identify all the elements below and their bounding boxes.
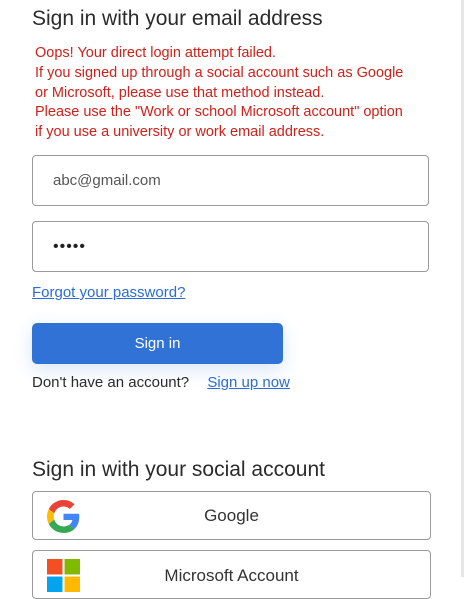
error-line: Oops! Your direct login attempt failed. [35, 45, 277, 61]
email-signin-heading: Sign in with your email address [32, 7, 323, 30]
microsoft-label: Microsoft Account [164, 566, 299, 585]
error-line: if you use a university or work email ad… [35, 124, 325, 141]
password-field-box[interactable] [32, 221, 429, 272]
forgot-password-link[interactable]: Forgot your password? [32, 284, 185, 301]
email-input[interactable] [53, 156, 413, 205]
social-signin-heading: Sign in with your social account [32, 458, 325, 481]
error-line: If you signed up through a social accoun… [35, 64, 404, 81]
signup-row: Don't have an account? Sign up now [32, 374, 290, 391]
sign-in-button[interactable]: Sign in [32, 323, 283, 364]
google-label: Google [204, 506, 259, 525]
error-line: or Microsoft, please use that method ins… [35, 84, 325, 101]
error-message: Oops! Your direct login attempt failed. … [35, 44, 455, 143]
password-input[interactable] [53, 222, 413, 271]
right-edge-divider [461, 0, 464, 577]
no-account-text: Don't have an account? [32, 374, 190, 391]
microsoft-signin-button[interactable]: Microsoft Account [32, 550, 431, 599]
email-field-box[interactable] [32, 155, 429, 206]
sign-up-link[interactable]: Sign up now [207, 374, 290, 391]
google-signin-button[interactable]: Google [32, 491, 431, 540]
error-line: Please use the "Work or school Microsoft… [35, 104, 403, 121]
